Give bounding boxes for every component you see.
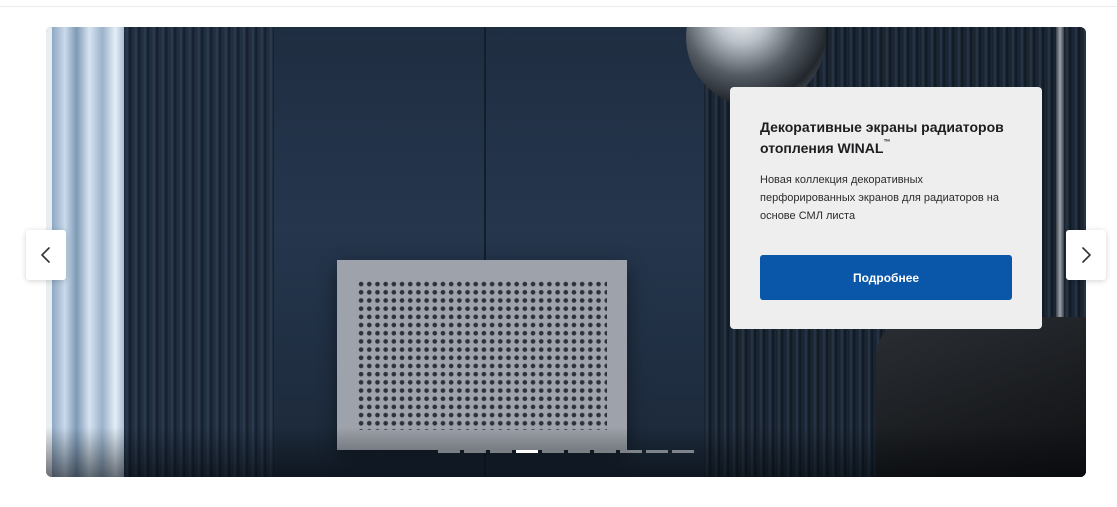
slide-description: Новая коллекция декоративных перфорирова…: [760, 174, 999, 222]
pagination-dot[interactable]: [516, 450, 538, 453]
pagination-dot[interactable]: [438, 450, 460, 453]
chevron-left-icon: [41, 247, 50, 263]
radiator-screen: [337, 260, 627, 450]
slider-pagination: [438, 450, 694, 453]
details-button[interactable]: Подробнее: [760, 255, 1012, 300]
trademark-mark: ™: [883, 139, 891, 146]
radiator-perforation: [357, 280, 607, 430]
hero-slider[interactable]: Декоративные экраны радиаторов отопления…: [46, 27, 1086, 477]
next-slide-button[interactable]: [1066, 230, 1106, 280]
slide-info-card: Декоративные экраны радиаторов отопления…: [730, 87, 1042, 329]
pagination-dot[interactable]: [594, 450, 616, 453]
top-divider: [0, 6, 1117, 7]
wall-slats-left: [124, 27, 274, 477]
pagination-dot[interactable]: [620, 450, 642, 453]
prev-slide-button[interactable]: [26, 230, 66, 280]
pagination-dot[interactable]: [542, 450, 564, 453]
pagination-dot[interactable]: [490, 450, 512, 453]
chevron-right-icon: [1082, 247, 1091, 263]
pagination-dot[interactable]: [646, 450, 668, 453]
slide-title-text: Декоративные экраны радиаторов отопления…: [760, 119, 1004, 156]
pagination-dot[interactable]: [568, 450, 590, 453]
pagination-dot[interactable]: [464, 450, 486, 453]
pagination-dot[interactable]: [672, 450, 694, 453]
slide-title: Декоративные экраны радиаторов отопления…: [760, 117, 1030, 159]
